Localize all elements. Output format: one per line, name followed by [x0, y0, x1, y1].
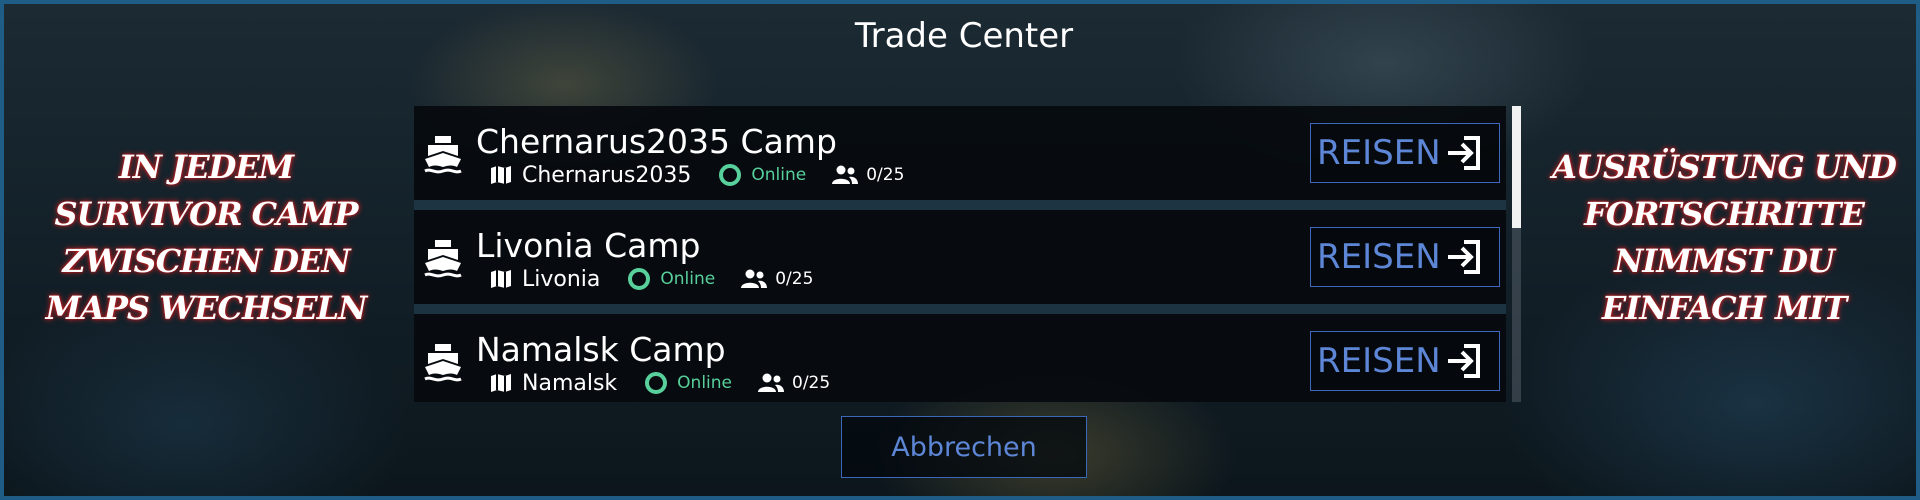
player-count: 0/25: [866, 165, 905, 185]
cancel-button[interactable]: Abbrechen: [841, 416, 1087, 478]
row-divider: [414, 200, 1506, 210]
online-status-icon: [628, 268, 651, 290]
ship-icon: [424, 344, 462, 382]
status-text: Online: [751, 165, 807, 185]
camp-name: Namalsk Camp: [476, 330, 726, 369]
enter-icon: [1447, 344, 1480, 378]
left-caption-line: In jedem: [118, 148, 294, 186]
camp-row-livonia: Livonia Camp Livonia Online 0/25 REISEN: [414, 210, 1506, 304]
travel-button[interactable]: REISEN: [1310, 123, 1500, 183]
scrollbar-thumb[interactable]: [1512, 106, 1521, 228]
right-caption-line: nimmst du: [1614, 242, 1835, 280]
camp-name: Livonia Camp: [476, 226, 701, 265]
map-name: Livonia: [522, 266, 601, 292]
right-promo-caption: Ausrüstung und Fortschritte nimmst du ei…: [1544, 144, 1904, 332]
right-caption-line: Ausrüstung und: [1552, 148, 1897, 186]
travel-button-label: REISEN: [1317, 237, 1441, 277]
left-caption-line: zwischen den: [62, 242, 350, 280]
users-icon: [741, 269, 768, 288]
users-icon: [758, 373, 785, 392]
right-caption-line: Fortschritte: [1584, 195, 1865, 233]
window-title: Trade Center: [854, 16, 1074, 56]
left-caption-line: Survivor Camp: [54, 195, 359, 233]
camp-meta: Namalsk Online 0/25: [490, 370, 830, 396]
camp-meta: Chernarus2035 Online 0/25: [490, 162, 904, 188]
cancel-button-label: Abbrechen: [891, 431, 1037, 463]
enter-icon: [1447, 240, 1480, 274]
online-status-icon: [645, 372, 668, 394]
map-icon: [491, 166, 511, 184]
player-count: 0/25: [775, 269, 814, 289]
map-name: Namalsk: [522, 370, 618, 396]
camp-meta: Livonia Online 0/25: [490, 266, 813, 292]
row-divider: [414, 304, 1506, 314]
trade-center-window: Trade Center In jedem Survivor Camp zwis…: [0, 0, 1920, 500]
travel-button[interactable]: REISEN: [1310, 227, 1500, 287]
travel-button[interactable]: REISEN: [1310, 331, 1500, 391]
ship-icon: [424, 240, 462, 278]
camp-list: Chernarus2035 Camp Chernarus2035 Online …: [414, 106, 1506, 402]
player-count: 0/25: [792, 373, 831, 393]
left-caption-line: Maps wechseln: [45, 289, 368, 327]
travel-button-label: REISEN: [1317, 341, 1441, 381]
map-name: Chernarus2035: [522, 162, 692, 188]
camp-row-chernarus2035: Chernarus2035 Camp Chernarus2035 Online …: [414, 106, 1506, 200]
right-caption-line: einfach mit: [1601, 289, 1847, 327]
map-icon: [491, 270, 511, 288]
left-promo-caption: In jedem Survivor Camp zwischen den Maps…: [26, 144, 386, 332]
camp-list-scrollbar[interactable]: [1512, 106, 1521, 402]
enter-icon: [1447, 136, 1480, 170]
status-text: Online: [660, 269, 716, 289]
users-icon: [832, 165, 859, 184]
camp-row-namalsk: Namalsk Camp Namalsk Online 0/25 REISEN: [414, 314, 1506, 402]
ship-icon: [424, 136, 462, 174]
status-text: Online: [677, 373, 733, 393]
camp-name: Chernarus2035 Camp: [476, 122, 837, 161]
online-status-icon: [719, 164, 742, 186]
map-icon: [491, 374, 511, 392]
travel-button-label: REISEN: [1317, 133, 1441, 173]
